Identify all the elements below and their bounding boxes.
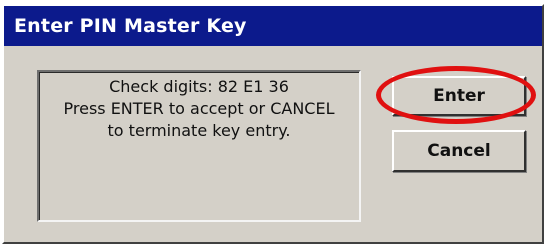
instruction-line-1: Press ENTER to accept or CANCEL xyxy=(63,99,335,118)
dialog-titlebar[interactable]: Enter PIN Master Key xyxy=(4,6,542,46)
message-panel: Check digits: 82 E1 36 Press ENTER to ac… xyxy=(37,70,361,222)
check-digits-line: Check digits: 82 E1 36 xyxy=(109,77,289,96)
dialog-title: Enter PIN Master Key xyxy=(14,15,247,37)
enter-button[interactable]: Enter xyxy=(392,76,526,116)
enter-pin-master-key-dialog: Enter PIN Master Key Check digits: 82 E1… xyxy=(2,4,544,244)
instruction-line-2: to terminate key entry. xyxy=(107,121,291,140)
cancel-button[interactable]: Cancel xyxy=(392,130,526,172)
